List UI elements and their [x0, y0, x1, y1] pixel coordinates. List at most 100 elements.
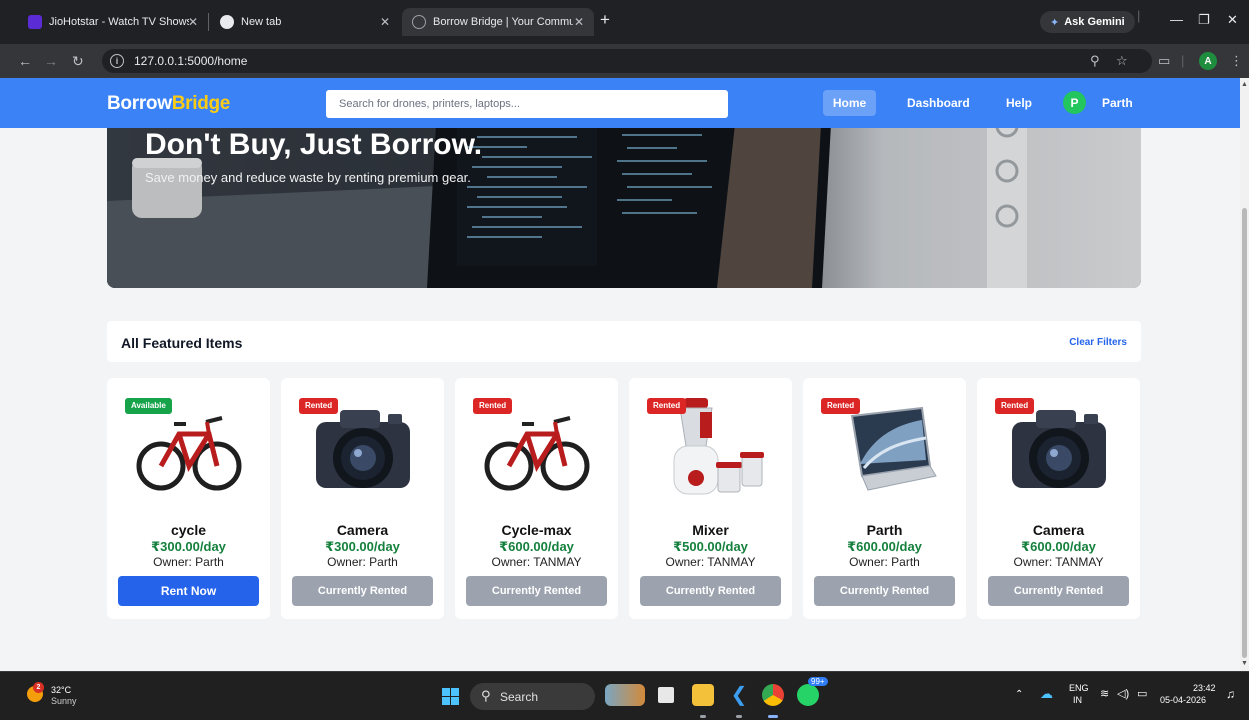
scrollbar-thumb[interactable] — [1242, 208, 1247, 658]
item-name: Camera — [336, 522, 389, 538]
status-badge: Rented — [299, 398, 339, 414]
scroll-down-arrow-icon[interactable]: ▼ — [1241, 660, 1248, 667]
item-card[interactable]: Rented Camera ₹600.00/day Owner: TANMAY … — [977, 378, 1140, 619]
taskbar-search-box[interactable]: ⚲ Search — [470, 683, 595, 710]
featured-title: All Featured Items — [121, 335, 243, 351]
item-price: ₹600.00/day — [1021, 539, 1096, 554]
tab-new-tab[interactable]: New tab ✕ — [210, 8, 400, 36]
back-arrow-icon[interactable]: ← — [18, 53, 32, 69]
app-running-indicator — [736, 715, 742, 718]
notification-bell-icon[interactable]: ♫ — [1226, 687, 1235, 701]
hero-subtitle: Save money and reduce waste by renting p… — [145, 170, 471, 185]
item-owner: Owner: TANMAY — [665, 555, 756, 569]
currently-rented-button: Currently Rented — [640, 576, 781, 606]
restore-icon[interactable]: ❐ — [1198, 12, 1210, 28]
file-explorer-icon[interactable] — [692, 684, 714, 706]
status-badge: Rented — [473, 398, 513, 414]
clock-time[interactable]: 23:42 — [1193, 683, 1216, 693]
chrome-icon[interactable] — [762, 684, 784, 706]
browser-toolbar: ← → ↻ i 127.0.0.1:5000/home ⚲ ☆ ▭ | A ⋮ — [0, 44, 1249, 78]
item-price: ₹600.00/day — [847, 539, 922, 554]
volume-icon[interactable]: ◁) — [1117, 687, 1129, 700]
battery-icon[interactable]: ▭ — [1137, 687, 1147, 700]
ask-gemini-button[interactable]: ✦ Ask Gemini — [1040, 11, 1135, 33]
weather-temperature[interactable]: 32°C — [51, 685, 71, 695]
chrome-favicon-icon — [220, 15, 234, 29]
close-tab-icon[interactable]: ✕ — [188, 15, 198, 29]
item-card[interactable]: Rented Parth ₹600.00/day Owner: Parth Cu… — [803, 378, 966, 619]
language-line1[interactable]: ENG — [1069, 683, 1089, 693]
address-bar[interactable]: i 127.0.0.1:5000/home — [102, 49, 1152, 73]
item-name: Camera — [1032, 522, 1085, 538]
nav-dashboard-link[interactable]: Dashboard — [907, 90, 970, 116]
borrow-bridge-logo[interactable]: BorrowBridge — [107, 93, 230, 115]
weather-description[interactable]: Sunny — [51, 696, 77, 706]
task-view-icon[interactable] — [658, 687, 674, 703]
divider: | — [1137, 8, 1141, 23]
item-card[interactable]: Rented Camera ₹300.00/day Owner: Parth C… — [281, 378, 444, 619]
page-scrollbar[interactable]: ▲ ▼ — [1240, 78, 1249, 671]
close-tab-icon[interactable]: ✕ — [380, 15, 390, 29]
item-card[interactable]: Rented Cycle-max ₹600.00/day Owner: TANM… — [455, 378, 618, 619]
browser-profile-avatar[interactable]: A — [1199, 52, 1217, 70]
weather-notification-badge: 2 — [33, 682, 44, 693]
reading-mode-icon[interactable]: ▭ — [1158, 53, 1170, 69]
item-price: ₹300.00/day — [151, 539, 226, 554]
clock-date[interactable]: 05-04-2026 — [1160, 695, 1206, 705]
hero-banner: Don't Buy, Just Borrow. Save money and r… — [107, 106, 1141, 288]
tray-expand-chevron-icon[interactable]: ⌃ — [1015, 689, 1023, 700]
forward-arrow-icon[interactable]: → — [44, 53, 58, 69]
item-card[interactable]: Rented Mixer ₹500.00/day Owner: TANMAY C… — [629, 378, 792, 619]
currently-rented-button: Currently Rented — [466, 576, 607, 606]
item-name: Parth — [866, 522, 903, 538]
whatsapp-badge: 99+ — [808, 677, 828, 686]
new-tab-plus-icon[interactable]: + — [600, 10, 610, 30]
currently-rented-button: Currently Rented — [988, 576, 1129, 606]
windows-taskbar: 2 32°C Sunny ⚲ Search ❮ 99+ ⌃ ☁ ENG IN ≋… — [0, 671, 1249, 720]
tab-title: JioHotstar - Watch TV Shows, M — [49, 16, 189, 28]
reload-icon[interactable]: ↻ — [72, 53, 84, 70]
tab-separator — [208, 13, 209, 31]
whatsapp-icon[interactable] — [797, 684, 819, 706]
gemini-sparkle-icon: ✦ — [1050, 16, 1060, 29]
onedrive-icon[interactable]: ☁ — [1040, 686, 1053, 702]
site-info-icon[interactable]: i — [110, 54, 124, 68]
close-tab-icon[interactable]: ✕ — [574, 15, 584, 29]
item-price: ₹300.00/day — [325, 539, 400, 554]
browser-tab-strip: JioHotstar - Watch TV Shows, M ✕ New tab… — [0, 0, 1249, 44]
more-menu-icon[interactable]: ⋮ — [1230, 53, 1243, 69]
nav-home-link[interactable]: Home — [823, 90, 876, 116]
globe-favicon-icon — [412, 15, 426, 29]
minimize-icon[interactable]: — — [1170, 12, 1183, 27]
wifi-icon[interactable]: ≋ — [1100, 687, 1109, 700]
clear-filters-link[interactable]: Clear Filters — [1069, 337, 1127, 348]
rent-now-button[interactable]: Rent Now — [118, 576, 259, 606]
tab-title: New tab — [241, 16, 282, 28]
page-viewport: BorrowBridge Home Dashboard Help P Parth — [0, 78, 1240, 671]
app-active-indicator — [768, 715, 778, 718]
widgets-icon[interactable] — [605, 684, 645, 706]
user-avatar[interactable]: P — [1063, 91, 1086, 114]
search-input[interactable] — [326, 90, 728, 118]
zoom-magnifier-icon[interactable]: ⚲ — [1090, 53, 1100, 69]
item-price: ₹500.00/day — [673, 539, 748, 554]
language-line2[interactable]: IN — [1073, 695, 1082, 705]
jiohotstar-favicon-icon — [28, 15, 42, 29]
tab-jiohotstar[interactable]: JioHotstar - Watch TV Shows, M ✕ — [18, 8, 208, 36]
vscode-icon[interactable]: ❮ — [728, 684, 750, 706]
tab-title: Borrow Bridge | Your Communi — [433, 16, 573, 28]
tab-borrow-bridge[interactable]: Borrow Bridge | Your Communi ✕ — [402, 8, 594, 36]
close-window-icon[interactable]: ✕ — [1227, 12, 1238, 28]
divider: | — [1181, 53, 1185, 68]
item-owner: Owner: Parth — [153, 555, 224, 569]
bookmark-star-icon[interactable]: ☆ — [1116, 53, 1128, 69]
item-price: ₹600.00/day — [499, 539, 574, 554]
item-owner: Owner: TANMAY — [491, 555, 582, 569]
windows-start-icon[interactable] — [442, 688, 459, 705]
scroll-up-arrow-icon[interactable]: ▲ — [1241, 81, 1248, 88]
user-name[interactable]: Parth — [1102, 96, 1133, 110]
nav-help-link[interactable]: Help — [1006, 90, 1032, 116]
item-card[interactable]: Available cycle ₹300.00/day Owner: Parth… — [107, 378, 270, 619]
item-name: Cycle-max — [501, 522, 572, 538]
app-navbar: BorrowBridge Home Dashboard Help P Parth — [0, 78, 1240, 128]
